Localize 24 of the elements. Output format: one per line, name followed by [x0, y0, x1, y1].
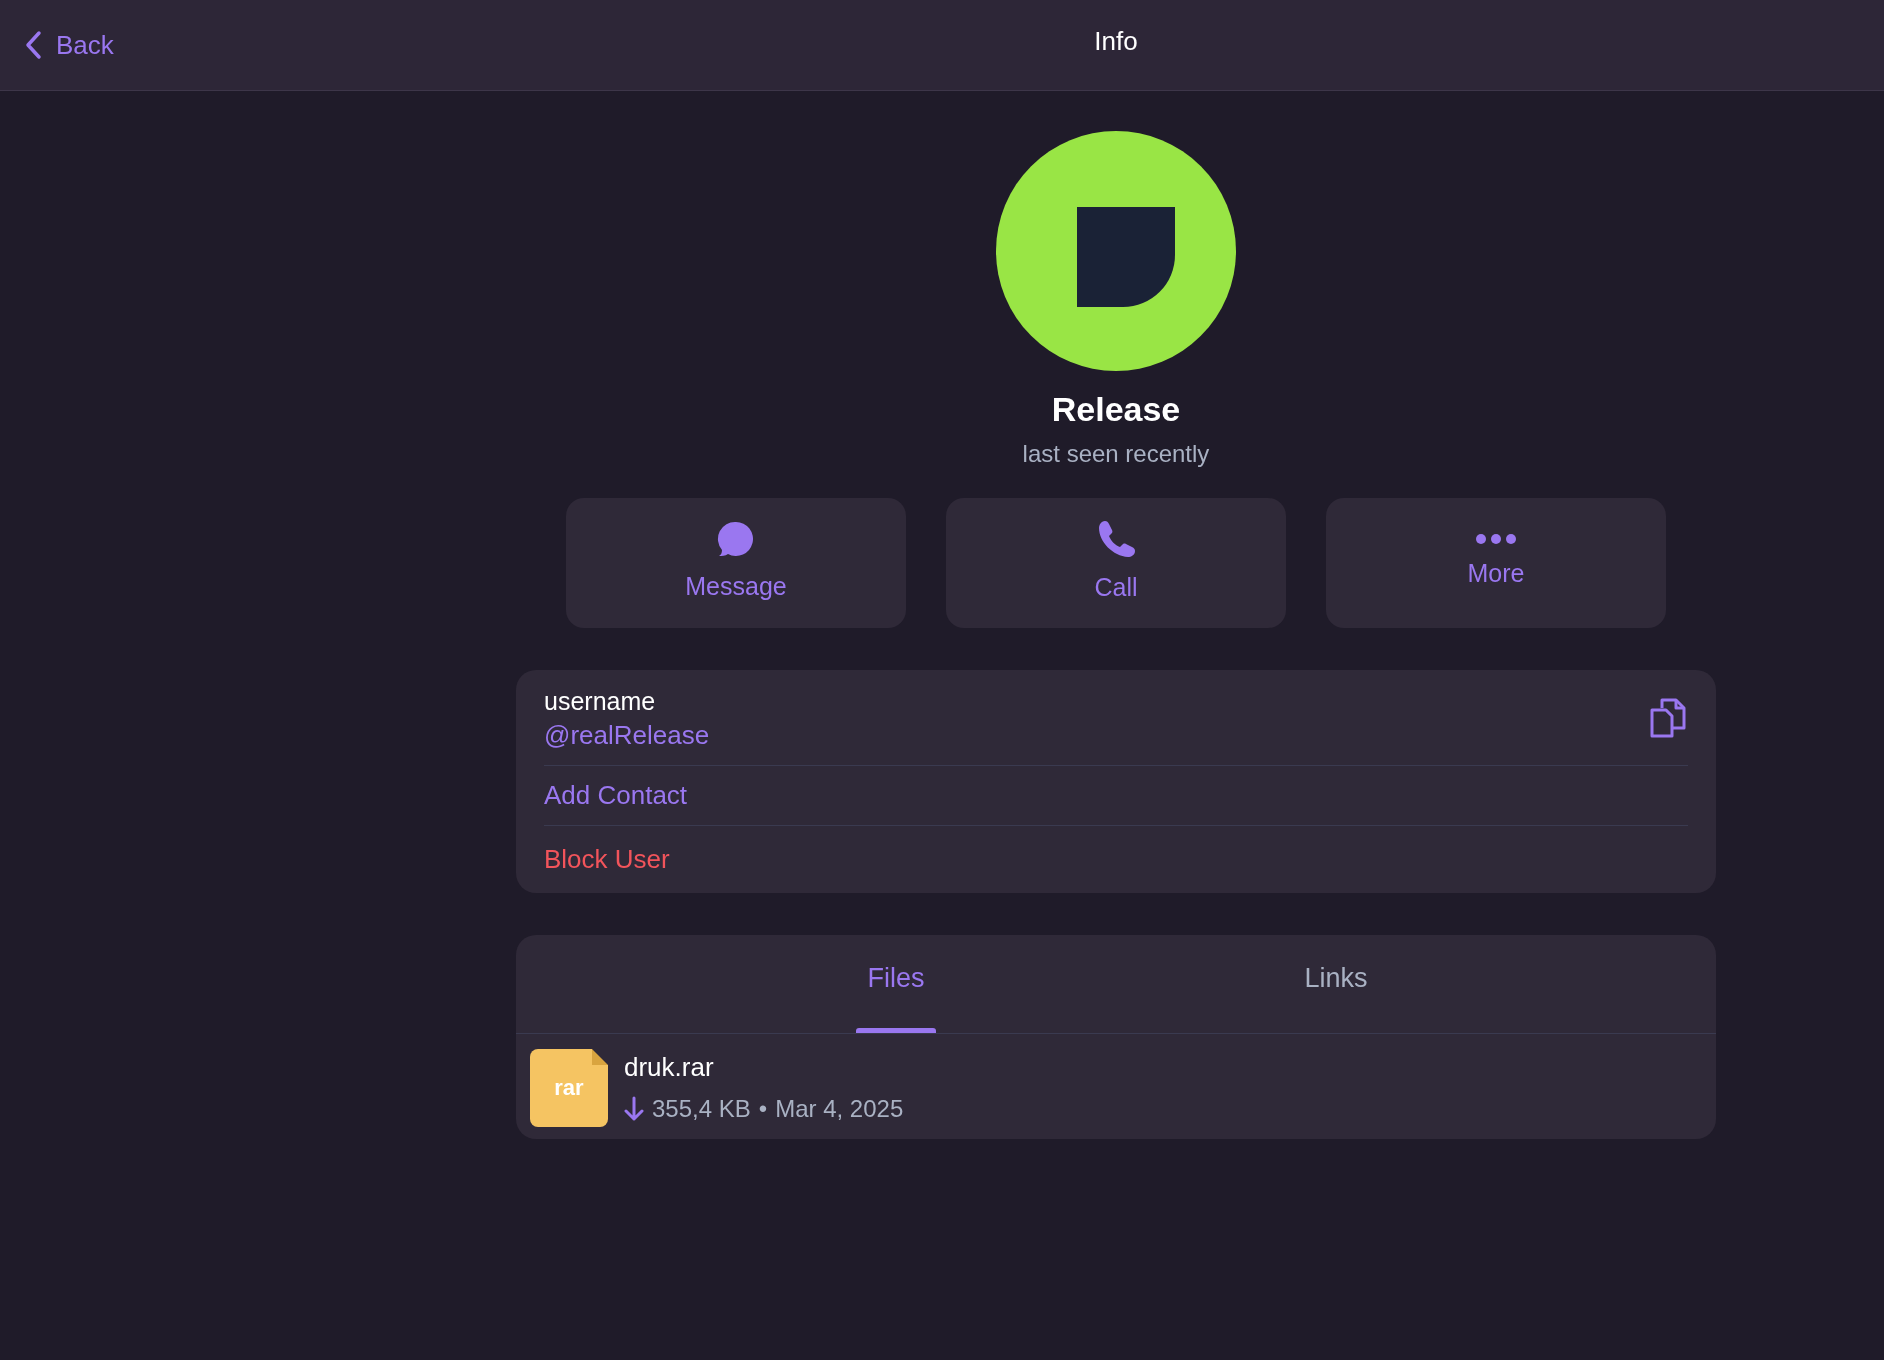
- file-date: Mar 4, 2025: [775, 1094, 904, 1125]
- screen-title: Info: [1094, 25, 1138, 58]
- profile-name: Release: [1051, 389, 1181, 430]
- back-link[interactable]: Back: [0, 25, 114, 65]
- copy-icon[interactable]: [1648, 696, 1688, 741]
- file-size: 355,4 KB: [652, 1094, 751, 1125]
- chevron-left-icon: [24, 30, 42, 60]
- field-label: username: [544, 685, 657, 716]
- block-user-link[interactable]: Block User: [544, 844, 670, 875]
- tab[interactable]: Files: [856, 935, 936, 1034]
- add-contact-link[interactable]: Add Contact: [544, 780, 688, 810]
- message-button[interactable]: Message: [566, 497, 906, 628]
- username-link[interactable]: @realRelease: [544, 719, 710, 751]
- status-text: last seen recently: [1022, 438, 1210, 469]
- phone-icon: [1096, 519, 1136, 560]
- more-button[interactable]: More: [1326, 497, 1666, 628]
- separator-dot: •: [758, 1094, 768, 1125]
- tab[interactable]: Links: [1296, 935, 1376, 1034]
- file-type-icon: rar: [530, 1048, 608, 1127]
- more-icon: [1475, 533, 1517, 546]
- bubble-icon: [717, 520, 755, 559]
- call-button[interactable]: Call: [946, 497, 1286, 628]
- download-arrow-icon[interactable]: [624, 1096, 644, 1123]
- file-name[interactable]: druk.rar: [624, 1048, 904, 1088]
